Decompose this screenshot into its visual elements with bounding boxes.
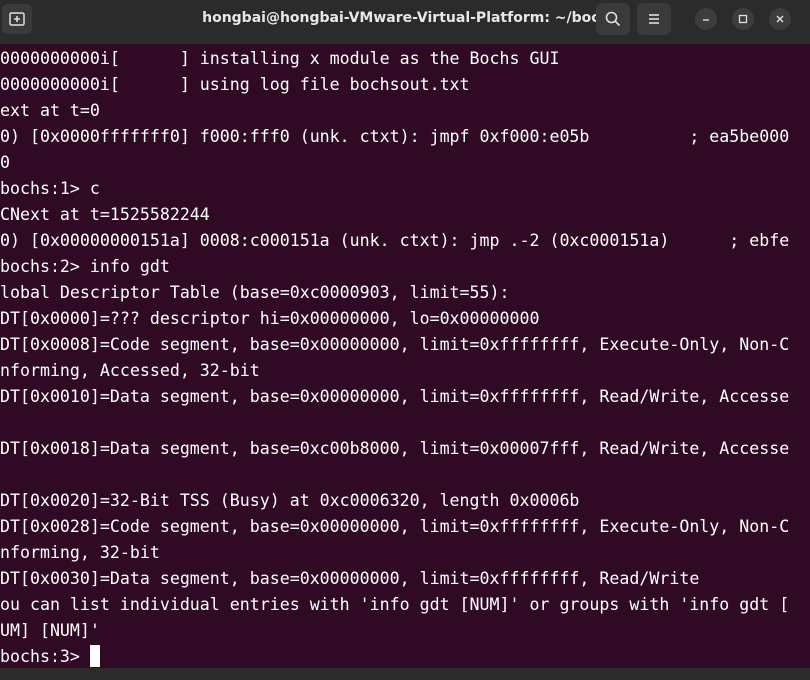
prompt: <bochs:3>	[0, 647, 80, 666]
text-cursor	[89, 645, 100, 667]
terminal-window: hongbai@hongbai-VMware-Virtual-Platform:…	[0, 0, 810, 680]
terminal-line: (0) [0x0000fffffff0] f000:fff0 (unk. ctx…	[0, 127, 790, 146]
terminal-line: f0	[0, 153, 10, 172]
terminal-line: GDT[0x0000]=??? descriptor hi=0x00000000…	[0, 309, 540, 328]
terminal-line: (0) [0x00000000151a] 0008:c000151a (unk.…	[0, 231, 790, 250]
new-tab-icon	[9, 12, 25, 26]
new-tab-button[interactable]	[2, 4, 32, 34]
terminal-line: onforming, 32-bit	[0, 543, 160, 562]
terminal-line: ^CNext at t=1525582244	[0, 205, 210, 224]
terminal-line: GDT[0x0010]=Data segment, base=0x0000000…	[0, 387, 790, 406]
terminal-line: Next at t=0	[0, 101, 100, 120]
maximize-icon	[738, 14, 748, 24]
terminal-line: GDT[0x0018]=Data segment, base=0xc00b800…	[0, 439, 790, 458]
search-icon	[605, 11, 621, 27]
terminal-lines: 00000000000i[ ] installing x module as t…	[0, 46, 789, 668]
terminal-line: d	[0, 410, 789, 436]
close-icon	[776, 15, 784, 23]
minimize-button[interactable]	[695, 8, 717, 30]
maximize-button[interactable]	[732, 8, 754, 30]
terminal-line: GDT[0x0008]=Code segment, base=0x0000000…	[0, 335, 790, 354]
terminal-line: GDT[0x0028]=Code segment, base=0x0000000…	[0, 517, 790, 536]
terminal-line: onforming, Accessed, 32-bit	[0, 361, 260, 380]
search-button[interactable]	[596, 3, 630, 35]
close-button[interactable]	[769, 8, 791, 30]
terminal-output[interactable]: 00000000000i[ ] installing x module as t…	[0, 44, 810, 668]
title-bar: hongbai@hongbai-VMware-Virtual-Platform:…	[0, 0, 810, 45]
terminal-line: You can list individual entries with 'in…	[0, 595, 790, 614]
terminal-line: Global Descriptor Table (base=0xc0000903…	[0, 283, 510, 302]
terminal-line: GDT[0x0030]=Data segment, base=0x0000000…	[0, 569, 700, 588]
minimize-icon	[703, 19, 709, 21]
terminal-line: GDT[0x0020]=32-Bit TSS (Busy) at 0xc0006…	[0, 491, 580, 510]
hamburger-menu-icon	[649, 14, 659, 24]
menu-button[interactable]	[637, 3, 671, 35]
terminal-line: <bochs:1> c	[0, 179, 100, 198]
terminal-line: 00000000000i[ ] installing x module as t…	[0, 49, 560, 68]
terminal-line: 00000000000i[ ] using log file bochsout.…	[0, 75, 470, 94]
terminal-line: <bochs:2> info gdt	[0, 257, 170, 276]
window-title: hongbai@hongbai-VMware-Virtual-Platform:…	[202, 10, 618, 26]
terminal-line: d	[0, 462, 789, 488]
terminal-line: NUM] [NUM]'	[0, 621, 100, 640]
window-bottom-edge	[0, 668, 810, 680]
prompt-line[interactable]: <bochs:3>	[0, 644, 789, 668]
